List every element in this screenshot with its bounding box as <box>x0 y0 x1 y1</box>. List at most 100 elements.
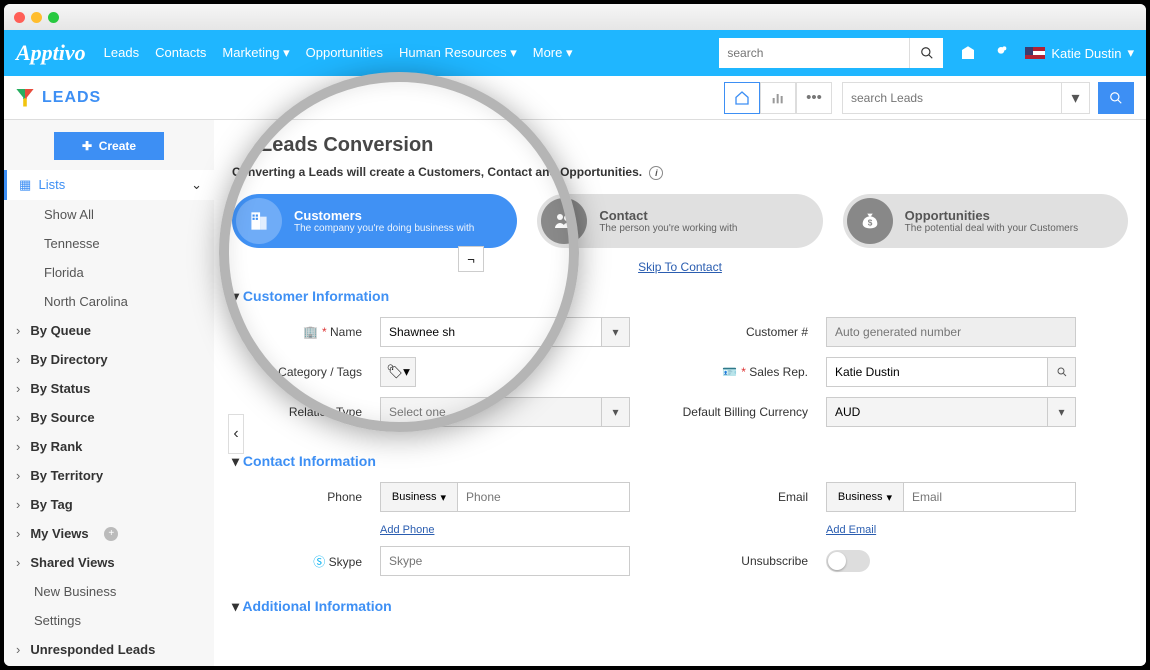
nav-marketing[interactable]: Marketing ▾ <box>222 45 289 61</box>
label-unsubscribe: Unsubscribe <box>648 554 808 568</box>
back-button[interactable]: ¬ <box>458 246 484 272</box>
module-title: LEADS <box>42 89 101 107</box>
sidebar-group-status[interactable]: By Status <box>4 374 214 403</box>
nav-opportunities[interactable]: Opportunities <box>306 45 383 61</box>
label-relation-type: Relation Type <box>232 405 362 419</box>
pill-customers[interactable]: Customers The company you're doing busin… <box>232 194 517 248</box>
sidebar-group-rank[interactable]: By Rank <box>4 432 214 461</box>
user-name-label: Katie Dustin <box>1051 46 1121 61</box>
create-button[interactable]: ✚ Create <box>54 132 164 160</box>
view-chart-button[interactable] <box>760 82 796 114</box>
app-logo[interactable]: Apptivo <box>16 40 86 66</box>
sales-rep-search[interactable] <box>1048 357 1076 387</box>
view-home-button[interactable] <box>724 82 760 114</box>
leads-search-dropdown[interactable]: ▾ <box>1062 82 1090 114</box>
svg-text:$: $ <box>867 219 872 228</box>
label-category: Category / Tags <box>232 365 362 379</box>
sidebar-item-tennesse[interactable]: Tennesse <box>4 229 214 258</box>
people-icon <box>541 198 587 244</box>
label-skype: Ⓢ Skype <box>232 553 362 570</box>
phone-type-select[interactable]: Business ▾ <box>380 482 458 512</box>
top-nav: Apptivo Leads Contacts Marketing ▾ Oppor… <box>4 30 1146 76</box>
view-more-button[interactable]: ••• <box>796 82 832 114</box>
currency-select[interactable] <box>826 397 1048 427</box>
currency-dropdown[interactable]: ▾ <box>1048 397 1076 427</box>
notifications-icon[interactable] <box>993 45 1009 61</box>
leads-search-input[interactable] <box>842 82 1062 114</box>
store-icon[interactable] <box>959 44 977 62</box>
sidebar-item-show-all[interactable]: Show All <box>4 200 214 229</box>
nav-contacts[interactable]: Contacts <box>155 45 206 61</box>
skype-input[interactable] <box>380 546 630 576</box>
sidebar-group-territory[interactable]: By Territory <box>4 461 214 490</box>
leads-search-button[interactable] <box>1098 82 1134 114</box>
skip-to-contact-link[interactable]: Skip To Contact <box>638 260 722 274</box>
info-icon[interactable]: i <box>649 166 663 180</box>
section-additional-info[interactable]: Additional Information <box>232 598 1128 615</box>
label-sales-rep: 🪪Sales Rep. <box>648 365 808 379</box>
nav-hr[interactable]: Human Resources ▾ <box>399 45 517 61</box>
unsubscribe-toggle[interactable] <box>826 550 870 572</box>
label-email: Email <box>648 490 808 504</box>
sidebar-shared-settings[interactable]: Settings <box>4 606 214 635</box>
nav-leads[interactable]: Leads <box>104 45 139 61</box>
phone-input[interactable] <box>458 482 630 512</box>
sidebar-section-lists[interactable]: ▦ Lists ⌄ <box>4 170 214 200</box>
sidebar-collapse-button[interactable]: ‹ <box>228 414 244 454</box>
email-input[interactable] <box>904 482 1076 512</box>
section-contact-info[interactable]: Contact Information <box>232 453 1128 470</box>
name-input[interactable] <box>380 317 602 347</box>
search-icon <box>1056 366 1068 378</box>
flag-icon <box>1025 47 1045 59</box>
close-window-dot[interactable] <box>14 12 25 23</box>
sidebar-shared-new-business[interactable]: New Business <box>4 577 214 606</box>
chevron-down-icon: ⌄ <box>191 177 202 193</box>
customer-no-input <box>826 317 1076 347</box>
email-type-select[interactable]: Business ▾ <box>826 482 904 512</box>
sidebar-group-source[interactable]: By Source <box>4 403 214 432</box>
global-search-button[interactable] <box>909 38 943 68</box>
relation-type-select[interactable] <box>380 397 602 427</box>
maximize-window-dot[interactable] <box>48 12 59 23</box>
user-menu[interactable]: Katie Dustin ▾ <box>1025 45 1134 61</box>
money-bag-icon: $ <box>847 198 893 244</box>
pill-contact[interactable]: Contact The person you're working with <box>537 194 822 248</box>
name-dropdown[interactable]: ▾ <box>602 317 630 347</box>
search-icon <box>920 46 934 60</box>
building-small-icon: 🏢 <box>303 325 318 339</box>
relation-type-dropdown[interactable]: ▾ <box>602 397 630 427</box>
ellipsis-icon: ••• <box>806 89 822 106</box>
label-customer-no: Customer # <box>648 325 808 339</box>
sidebar-group-queue[interactable]: By Queue <box>4 316 214 345</box>
add-phone-link[interactable]: Add Phone <box>380 524 434 536</box>
sidebar-item-florida[interactable]: Florida <box>4 258 214 287</box>
global-search-input[interactable] <box>719 38 909 68</box>
pill-opportunities[interactable]: $ Opportunities The potential deal with … <box>843 194 1128 248</box>
id-card-icon: 🪪 <box>722 365 737 379</box>
minimize-window-dot[interactable] <box>31 12 42 23</box>
bar-chart-icon <box>770 90 786 106</box>
pill-contact-title: Contact <box>599 208 737 223</box>
add-view-icon[interactable]: + <box>104 527 118 541</box>
label-billing-currency: Default Billing Currency <box>648 405 808 419</box>
pill-opps-sub: The potential deal with your Customers <box>905 223 1078 234</box>
sales-rep-input[interactable] <box>826 357 1048 387</box>
sidebar-shared-views[interactable]: Shared Views <box>4 548 214 577</box>
main-panel: ¬ Leads Conversion Converting a Leads wi… <box>214 120 1146 666</box>
search-icon <box>1109 91 1123 105</box>
nav-more[interactable]: More ▾ <box>533 45 573 61</box>
sidebar-unresponded[interactable]: Unresponded Leads <box>4 635 214 664</box>
section-customer-info[interactable]: Customer Information <box>232 288 1128 305</box>
sidebar-item-north-carolina[interactable]: North Carolina <box>4 287 214 316</box>
building-icon <box>236 198 282 244</box>
sidebar-group-tag[interactable]: By Tag <box>4 490 214 519</box>
home-icon <box>734 90 750 106</box>
tag-icon: 🏷 <box>386 364 403 380</box>
sidebar-group-directory[interactable]: By Directory <box>4 345 214 374</box>
pill-contact-sub: The person you're working with <box>599 223 737 234</box>
tag-button[interactable]: 🏷▾ <box>380 357 416 387</box>
label-phone: Phone <box>232 490 362 504</box>
add-email-link[interactable]: Add Email <box>826 524 876 536</box>
sidebar-my-views[interactable]: My Views + <box>4 519 214 548</box>
label-name: 🏢Name <box>232 325 362 339</box>
